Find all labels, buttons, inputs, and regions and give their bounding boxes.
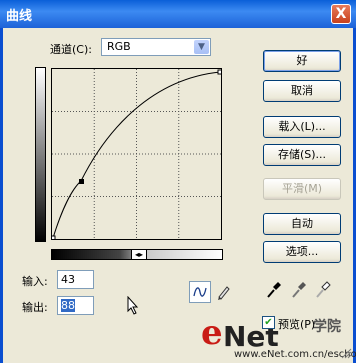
input-field[interactable]: 43 — [57, 270, 94, 289]
curve-graph[interactable] — [51, 68, 222, 240]
input-gradient-bar: ◂▸ — [51, 249, 223, 260]
watermark-cn: 学院 — [313, 319, 341, 335]
preview-checkbox[interactable]: ✔ — [262, 316, 275, 329]
gray-eyedropper-icon[interactable] — [290, 280, 308, 300]
ok-button[interactable]: 好 — [263, 50, 341, 72]
title-bar: 曲线 X — [0, 0, 356, 28]
white-eyedropper-icon[interactable] — [314, 280, 332, 300]
gradient-toggle-icon[interactable]: ◂▸ — [131, 249, 147, 260]
window-title: 曲线 — [6, 9, 33, 24]
load-button[interactable]: 载入(L)... — [263, 116, 341, 138]
pencil-tool-button[interactable] — [213, 281, 235, 303]
channel-label: 通道(C): — [50, 43, 92, 56]
close-button[interactable]: X — [331, 4, 351, 24]
grid-lines — [52, 69, 221, 239]
chevron-down-icon[interactable]: ▼ — [194, 40, 209, 54]
mouse-cursor-icon — [127, 296, 139, 315]
save-button[interactable]: 存储(S)... — [263, 144, 341, 166]
curve-point-start — [52, 235, 56, 239]
curve-tool-icon — [193, 287, 207, 297]
watermark: e Net 学院 www.eNet.com.cn/eschool — [196, 313, 356, 363]
input-label: 输入: — [22, 275, 48, 288]
output-field[interactable]: 88 — [57, 296, 94, 315]
cancel-button[interactable]: 取消 — [263, 80, 341, 102]
output-value: 88 — [61, 299, 75, 312]
auto-button[interactable]: 自动 — [263, 213, 341, 235]
watermark-url: www.eNet.com.cn/eschool — [234, 349, 356, 360]
channel-select[interactable]: RGB ▼ — [101, 38, 211, 56]
curve-point-active — [79, 179, 84, 184]
curve-canvas[interactable] — [52, 69, 221, 239]
curve-tool-button[interactable] — [189, 281, 211, 303]
resize-grip-icon[interactable] — [340, 347, 352, 359]
output-label: 输出: — [22, 301, 48, 314]
curve-point-end — [217, 69, 221, 75]
preview-label: 预览(P) — [278, 318, 316, 331]
output-gradient-bar — [35, 67, 46, 242]
options-button[interactable]: 选项... — [263, 241, 341, 263]
input-value: 43 — [61, 273, 75, 286]
smooth-button[interactable]: 平滑(M) — [263, 178, 341, 200]
black-eyedropper-icon[interactable] — [265, 280, 283, 300]
pencil-icon — [218, 286, 230, 300]
watermark-e: e — [201, 313, 223, 353]
channel-value: RGB — [107, 40, 131, 53]
